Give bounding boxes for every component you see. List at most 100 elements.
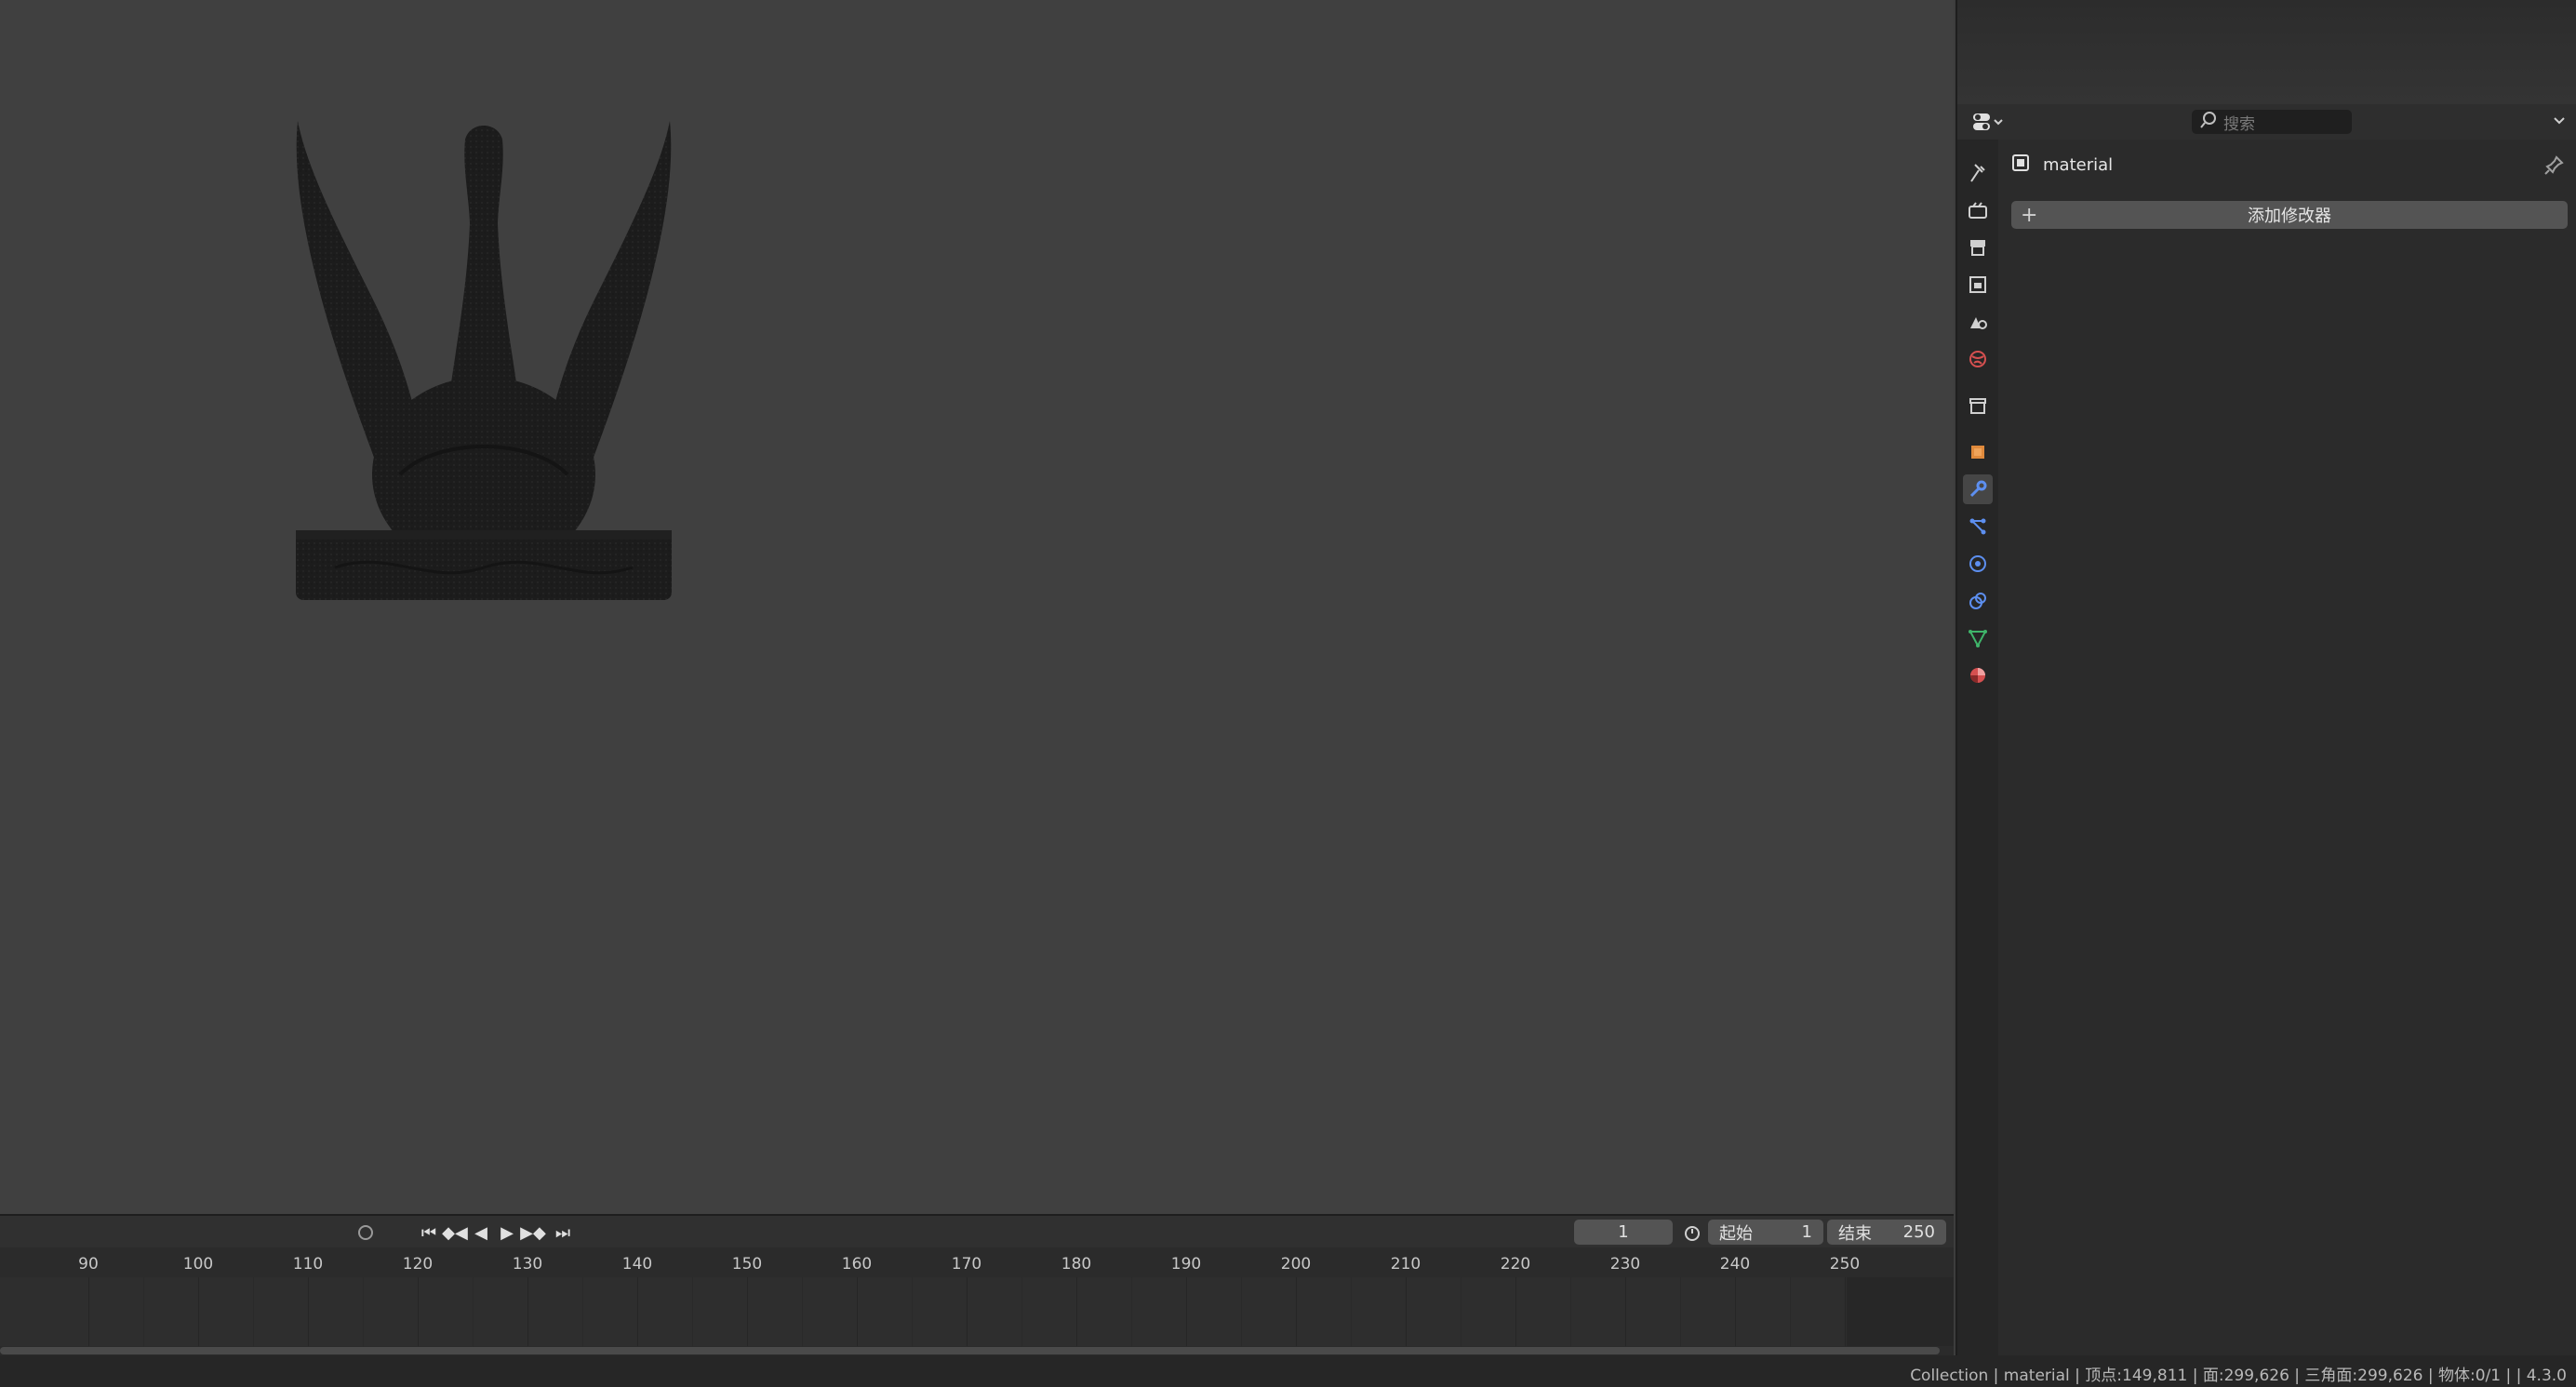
- frame-grid-line: [1515, 1277, 1516, 1346]
- stopwatch-icon[interactable]: [1680, 1221, 1704, 1244]
- frame-grid-line: [1845, 1277, 1846, 1346]
- object-name-row: material: [2011, 151, 2113, 179]
- data-tab-icon[interactable]: [1963, 623, 1993, 653]
- frame-tick-label: 120: [402, 1255, 434, 1274]
- frame-tick-label: 140: [621, 1255, 653, 1274]
- start-frame-field[interactable]: 起始 1: [1708, 1220, 1823, 1245]
- frame-tick-label: 220: [1500, 1255, 1531, 1274]
- frame-subgrid-line: [143, 1277, 144, 1346]
- frame-ruler[interactable]: 90 100 110 120 130 140 150 160 170 180 190 200 210 22…: [0, 1251, 1954, 1277]
- object-tab-icon[interactable]: [1963, 437, 1993, 467]
- frame-tick-label: 100: [182, 1255, 214, 1274]
- start-frame-value: 1: [1801, 1222, 1812, 1242]
- properties-editor[interactable]: 搜索 material + 添加修改器: [1955, 104, 2576, 1355]
- frame-subgrid-line: [1241, 1277, 1242, 1346]
- editor-type-icon[interactable]: [1972, 112, 2006, 136]
- add-modifier-label: 添加修改器: [2248, 207, 2331, 226]
- chevron-down-icon[interactable]: [2552, 113, 2567, 132]
- status-bar: Collection | material | 顶点:149,811 | 面:2…: [0, 1355, 2576, 1387]
- 3d-viewport[interactable]: [0, 0, 1954, 1214]
- scene-statistics: Collection | material | 顶点:149,811 | 面:2…: [1910, 1367, 2567, 1385]
- current-frame-field[interactable]: 1: [1574, 1220, 1673, 1245]
- search-field[interactable]: 搜索: [2192, 110, 2352, 134]
- frame-subgrid-line: [802, 1277, 803, 1346]
- tool-tab-icon[interactable]: [1963, 158, 1993, 188]
- timeline-header: ⏮ ◆◀ ◀ ▶ ▶◆ ⏭ 1 起始 1 结束 250: [0, 1216, 1954, 1247]
- frame-subgrid-line: [582, 1277, 583, 1346]
- jump-to-previous-keyframe-icon[interactable]: ◆◀: [442, 1221, 468, 1244]
- frame-grid-line: [1625, 1277, 1626, 1346]
- frame-subgrid-line: [363, 1277, 364, 1346]
- physics-tab-icon[interactable]: [1963, 549, 1993, 579]
- frame-tick-label: 150: [731, 1255, 763, 1274]
- frame-subgrid-line: [1131, 1277, 1132, 1346]
- play-icon[interactable]: ▶: [495, 1221, 519, 1244]
- properties-header: 搜索: [1957, 104, 2576, 140]
- outliner-area[interactable]: [1955, 0, 2576, 104]
- frame-tick-label: 200: [1280, 1255, 1312, 1274]
- frame-subgrid-line: [1680, 1277, 1681, 1346]
- frame-subgrid-line: [1461, 1277, 1462, 1346]
- material-tab-icon[interactable]: [1963, 660, 1993, 690]
- frame-tick-label: 90: [78, 1255, 99, 1274]
- timeline-tracks[interactable]: [0, 1277, 1901, 1346]
- frame-tick-label: 160: [841, 1255, 873, 1274]
- end-frame-label: 结束: [1838, 1223, 1872, 1244]
- end-frame-field[interactable]: 结束 250: [1827, 1220, 1946, 1245]
- plus-icon: +: [2021, 203, 2038, 227]
- frame-subgrid-line: [1570, 1277, 1571, 1346]
- frame-grid-line: [198, 1277, 199, 1346]
- jump-to-end-icon[interactable]: ⏭: [551, 1221, 575, 1244]
- view-layer-tab-icon[interactable]: [1963, 270, 1993, 300]
- search-placeholder: 搜索: [2223, 114, 2255, 134]
- jump-to-start-icon[interactable]: ⏮: [417, 1221, 441, 1244]
- timeline-scrollbar[interactable]: [0, 1347, 1940, 1354]
- frame-subgrid-line: [912, 1277, 913, 1346]
- render-tab-icon[interactable]: [1963, 195, 1993, 225]
- frame-grid-line: [88, 1277, 89, 1346]
- swan-statue-model[interactable]: [279, 112, 688, 614]
- start-frame-label: 起始: [1719, 1223, 1753, 1244]
- pin-icon[interactable]: [2544, 154, 2565, 179]
- frame-subgrid-line: [1790, 1277, 1791, 1346]
- object-name: material: [2043, 154, 2114, 175]
- frame-grid-line: [637, 1277, 638, 1346]
- frame-tick-label: 180: [1061, 1255, 1092, 1274]
- add-modifier-button[interactable]: + 添加修改器: [2011, 201, 2568, 229]
- play-reverse-icon[interactable]: ◀: [469, 1221, 493, 1244]
- frame-tick-label: 110: [292, 1255, 324, 1274]
- frame-grid-line: [1735, 1277, 1736, 1346]
- modifier-tab-icon[interactable]: [1963, 474, 1993, 504]
- timeline-editor[interactable]: ⏮ ◆◀ ◀ ▶ ▶◆ ⏭ 1 起始 1 结束 250 90 100 110 120 1…: [0, 1214, 1954, 1355]
- frame-subgrid-line: [1021, 1277, 1022, 1346]
- auto-keying-icon[interactable]: [354, 1221, 378, 1244]
- particles-tab-icon[interactable]: [1963, 512, 1993, 541]
- jump-to-next-keyframe-icon[interactable]: ▶◆: [520, 1221, 546, 1244]
- frame-subgrid-line: [473, 1277, 474, 1346]
- frame-tick-label: 210: [1390, 1255, 1421, 1274]
- frame-subgrid-line: [1351, 1277, 1352, 1346]
- frame-grid-line: [967, 1277, 968, 1346]
- output-tab-icon[interactable]: [1963, 233, 1993, 262]
- frame-tick-label: 170: [951, 1255, 982, 1274]
- frame-grid-line: [418, 1277, 419, 1346]
- end-frame-value: 250: [1902, 1222, 1935, 1242]
- frame-grid-line: [308, 1277, 309, 1346]
- frame-tick-label: 230: [1609, 1255, 1641, 1274]
- frame-grid-line: [857, 1277, 858, 1346]
- world-tab-icon[interactable]: [1963, 344, 1993, 374]
- constraints-tab-icon[interactable]: [1963, 586, 1993, 616]
- frame-grid-line: [1076, 1277, 1077, 1346]
- frame-subgrid-line: [253, 1277, 254, 1346]
- object-data-icon: [2011, 153, 2030, 177]
- frame-subgrid-line: [692, 1277, 693, 1346]
- frame-grid-line: [527, 1277, 528, 1346]
- collection-tab-icon[interactable]: [1963, 391, 1993, 420]
- frame-tick-label: 130: [512, 1255, 543, 1274]
- scene-tab-icon[interactable]: [1963, 307, 1993, 337]
- frame-tick-label: 250: [1829, 1255, 1861, 1274]
- properties-tabs: [1957, 140, 1998, 1355]
- frame-tick-label: 190: [1170, 1255, 1202, 1274]
- timeline-out-of-range: [1847, 1277, 1954, 1346]
- frame-grid-line: [1186, 1277, 1187, 1346]
